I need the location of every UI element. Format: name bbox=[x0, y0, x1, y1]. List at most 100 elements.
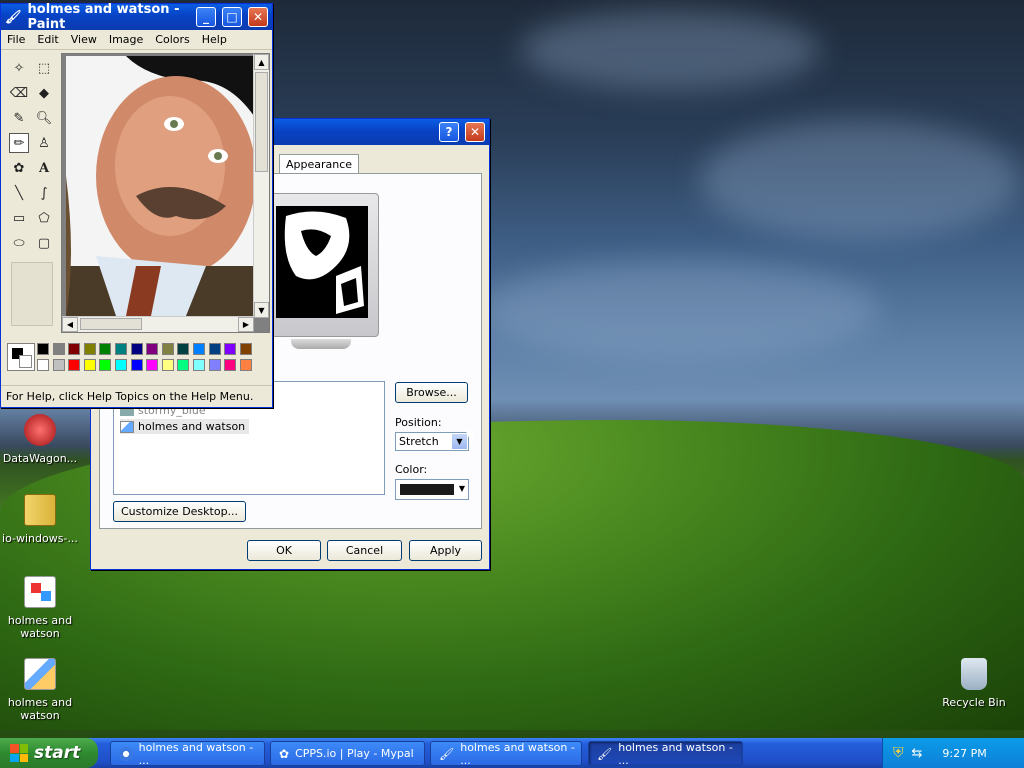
line-icon[interactable]: ╲ bbox=[9, 183, 29, 203]
cloud bbox=[520, 10, 820, 90]
tool-options[interactable] bbox=[11, 262, 53, 326]
security-shield-icon[interactable]: ⛨ bbox=[893, 745, 904, 761]
rect-select-icon[interactable]: ⬚ bbox=[34, 58, 54, 78]
palette-swatch[interactable] bbox=[193, 343, 205, 355]
palette-swatch[interactable] bbox=[177, 359, 190, 371]
palette-swatch[interactable] bbox=[224, 359, 237, 371]
start-button[interactable]: start bbox=[0, 738, 98, 768]
datawagon-icon bbox=[24, 414, 56, 446]
palette-swatch[interactable] bbox=[130, 343, 143, 355]
palette-swatch[interactable] bbox=[130, 359, 143, 371]
chevron-down-icon[interactable]: ▼ bbox=[452, 434, 467, 449]
cloud bbox=[700, 120, 1020, 240]
palette-swatch[interactable] bbox=[68, 359, 81, 371]
airbrush-icon[interactable]: ✿ bbox=[9, 158, 29, 178]
menu-file[interactable]: File bbox=[7, 33, 25, 46]
task-holmes-watson-2[interactable]: 🖌 holmes and watson - ... bbox=[430, 741, 582, 767]
pencil-icon[interactable]: ✏ bbox=[9, 133, 29, 153]
palette-swatch[interactable] bbox=[37, 359, 49, 371]
menu-image[interactable]: Image bbox=[109, 33, 143, 46]
image-file-icon bbox=[24, 576, 56, 608]
scroll-right-icon[interactable]: ▶ bbox=[238, 317, 254, 332]
palette-swatch[interactable] bbox=[224, 343, 237, 355]
palette-swatch[interactable] bbox=[99, 343, 112, 355]
palette-swatch[interactable] bbox=[208, 343, 221, 355]
clock[interactable]: 9:27 PM bbox=[942, 747, 986, 760]
position-select[interactable]: Stretch ▼ bbox=[395, 432, 469, 451]
task-holmes-watson-1[interactable]: holmes and watson - ... bbox=[110, 741, 265, 767]
palette-swatch[interactable] bbox=[146, 343, 159, 355]
minimize-button[interactable]: _ bbox=[196, 7, 216, 27]
menu-view[interactable]: View bbox=[71, 33, 97, 46]
palette-swatch[interactable] bbox=[161, 359, 174, 371]
menu-colors[interactable]: Colors bbox=[155, 33, 189, 46]
palette-swatch[interactable] bbox=[52, 359, 65, 371]
rectangle-icon[interactable]: ▭ bbox=[9, 208, 29, 228]
list-item-selected[interactable]: holmes and watson bbox=[120, 419, 250, 434]
palette-swatch[interactable] bbox=[239, 359, 252, 371]
palette-swatch[interactable] bbox=[146, 359, 159, 371]
scroll-up-icon[interactable]: ▲ bbox=[254, 54, 269, 70]
desktop-icon-holmes-watson-1[interactable]: holmes and watson bbox=[0, 576, 80, 640]
palette-swatch[interactable] bbox=[193, 359, 205, 371]
desktop-icon-io-windows[interactable]: io-windows-... bbox=[0, 494, 80, 545]
task-cpps[interactable]: ✿ CPPS.io | Play - Mypal bbox=[270, 741, 425, 766]
color-palette bbox=[5, 341, 267, 375]
scroll-thumb[interactable] bbox=[255, 72, 268, 172]
polygon-icon[interactable]: ⬠ bbox=[34, 208, 54, 228]
maximize-button[interactable]: □ bbox=[222, 7, 242, 27]
canvas-area: ▲ ▼ ◀ ▶ bbox=[61, 53, 270, 333]
color-picker[interactable]: ▼ bbox=[395, 479, 469, 500]
menu-edit[interactable]: Edit bbox=[37, 33, 58, 46]
palette-swatch[interactable] bbox=[161, 343, 174, 355]
apply-button[interactable]: Apply bbox=[409, 540, 482, 561]
curve-icon[interactable]: ∫ bbox=[34, 183, 54, 203]
canvas-image[interactable] bbox=[66, 56, 254, 316]
dialog-close-button[interactable]: ✕ bbox=[465, 122, 485, 142]
vertical-scrollbar[interactable]: ▲ ▼ bbox=[253, 54, 269, 318]
palette-swatch[interactable] bbox=[239, 343, 252, 355]
menu-help[interactable]: Help bbox=[202, 33, 227, 46]
brush-icon[interactable]: ♙ bbox=[34, 133, 54, 153]
palette-swatch[interactable] bbox=[115, 359, 127, 371]
palette-swatch[interactable] bbox=[52, 343, 65, 355]
cloud bbox=[480, 260, 880, 360]
picker-icon[interactable]: ✎ bbox=[9, 108, 29, 128]
palette-swatch[interactable] bbox=[83, 359, 96, 371]
palette-swatch[interactable] bbox=[68, 343, 81, 355]
customize-desktop-button[interactable]: Customize Desktop... bbox=[113, 501, 246, 522]
network-icon[interactable]: ⇆ bbox=[912, 746, 923, 761]
help-button[interactable]: ? bbox=[439, 122, 459, 142]
palette-swatch[interactable] bbox=[37, 343, 49, 355]
eraser-icon[interactable]: ⌫ bbox=[9, 83, 29, 103]
palette-swatch[interactable] bbox=[115, 343, 127, 355]
rounded-rect-icon[interactable]: ▢ bbox=[34, 233, 54, 253]
cancel-button[interactable]: Cancel bbox=[327, 540, 402, 561]
scroll-thumb[interactable] bbox=[80, 318, 142, 330]
desktop-icon-holmes-watson-2[interactable]: holmes and watson bbox=[0, 658, 80, 722]
magnifier-icon[interactable]: 🔍︎ bbox=[34, 108, 54, 128]
close-button[interactable]: ✕ bbox=[248, 7, 268, 27]
recycle-bin-icon bbox=[961, 658, 987, 690]
task-holmes-watson-3[interactable]: 🖌 holmes and watson - ... bbox=[588, 741, 743, 767]
palette-swatch[interactable] bbox=[208, 359, 221, 371]
ok-button[interactable]: OK bbox=[247, 540, 321, 561]
desktop-icon-recycle-bin[interactable]: Recycle Bin bbox=[934, 658, 1014, 709]
palette-swatch[interactable] bbox=[177, 343, 190, 355]
palette-swatch[interactable] bbox=[83, 343, 96, 355]
current-colors[interactable] bbox=[7, 343, 35, 371]
free-select-icon[interactable]: ✧ bbox=[9, 58, 29, 78]
text-icon[interactable]: A bbox=[34, 158, 54, 178]
horizontal-scrollbar[interactable]: ◀ ▶ bbox=[62, 316, 254, 332]
scroll-left-icon[interactable]: ◀ bbox=[62, 317, 78, 332]
desktop-icon-datawagon[interactable]: DataWagon... bbox=[0, 414, 80, 465]
tab-appearance[interactable]: Appearance bbox=[279, 154, 360, 173]
monitor-preview bbox=[267, 193, 379, 337]
scroll-down-icon[interactable]: ▼ bbox=[254, 302, 269, 318]
palette-swatch[interactable] bbox=[99, 359, 112, 371]
image-file-icon bbox=[120, 420, 134, 433]
ellipse-icon[interactable]: ⬭ bbox=[9, 233, 29, 253]
fill-icon[interactable]: ◆ bbox=[34, 83, 54, 103]
browser-icon bbox=[119, 746, 133, 761]
browse-button[interactable]: Browse... bbox=[395, 382, 468, 403]
